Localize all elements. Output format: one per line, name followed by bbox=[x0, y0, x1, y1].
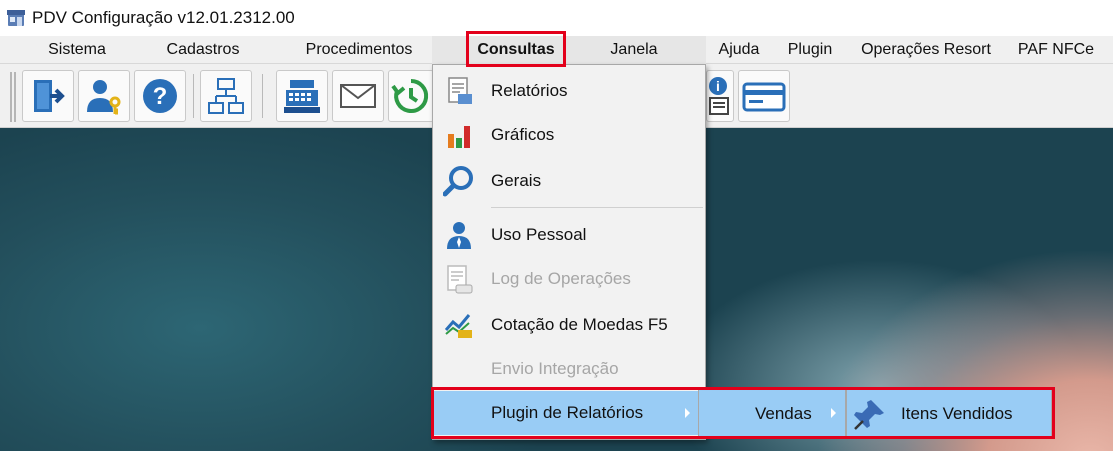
menu-item-plugin-relatorios[interactable]: Plugin de Relatórios bbox=[433, 391, 705, 435]
menu-item-itens-vendidos[interactable]: Itens Vendidos bbox=[901, 404, 1013, 424]
svg-text:i: i bbox=[716, 78, 720, 94]
menu-item-label: Uso Pessoal bbox=[491, 225, 587, 244]
help-button[interactable]: ? bbox=[134, 70, 186, 122]
info-document-icon: i bbox=[709, 77, 729, 115]
menu-separator bbox=[491, 207, 703, 208]
menu-item-relatorios[interactable]: Relatórios bbox=[433, 69, 705, 113]
exit-door-icon bbox=[34, 80, 65, 112]
magnifier-icon bbox=[443, 165, 475, 197]
menu-item-vendas[interactable]: Vendas bbox=[755, 404, 812, 424]
menu-item-graficos[interactable]: Gráficos bbox=[433, 113, 705, 157]
menu-item-uso-pessoal[interactable]: Uso Pessoal bbox=[433, 213, 705, 257]
submenu-plugin-relatorios: Vendas bbox=[698, 388, 846, 438]
submenu-vendas: Itens Vendidos bbox=[846, 388, 1052, 438]
user-key-button[interactable] bbox=[78, 70, 130, 122]
pushpin-icon bbox=[854, 400, 884, 430]
menu-item-label: Cotação de Moedas F5 bbox=[491, 315, 668, 334]
submenu-arrow-icon bbox=[685, 408, 690, 418]
menu-janela[interactable]: Janela bbox=[600, 36, 668, 64]
history-clock-icon bbox=[391, 78, 429, 113]
cash-register-button[interactable] bbox=[276, 70, 328, 122]
network-button[interactable] bbox=[200, 70, 252, 122]
menu-item-log-operacoes[interactable]: Log de Operações bbox=[433, 257, 705, 301]
window-title: PDV Configuração v12.01.2312.00 bbox=[32, 8, 295, 27]
menu-item-cotacao-moedas[interactable]: Cotação de Moedas F5 bbox=[433, 303, 705, 347]
menu-item-label: Log de Operações bbox=[491, 269, 631, 288]
menu-item-label: Gerais bbox=[491, 171, 542, 190]
menu-sistema[interactable]: Sistema bbox=[36, 36, 118, 64]
exit-button[interactable] bbox=[22, 70, 74, 122]
menu-item-label: Relatórios bbox=[491, 81, 568, 100]
report-document-icon bbox=[443, 75, 475, 107]
menu-item-label: Plugin de Relatórios bbox=[491, 403, 644, 422]
svg-text:?: ? bbox=[153, 83, 168, 110]
menu-bar: Sistema Cadastros Procedimentos Consulta… bbox=[0, 36, 1113, 64]
toolbar-grip[interactable] bbox=[10, 72, 16, 122]
envelope-icon bbox=[340, 84, 376, 108]
menu-operacoes-resort[interactable]: Operações Resort bbox=[850, 36, 1002, 64]
user-key-icon bbox=[87, 80, 121, 115]
menu-ajuda[interactable]: Ajuda bbox=[708, 36, 770, 64]
submenu-arrow-icon bbox=[831, 408, 836, 418]
store-icon bbox=[7, 10, 25, 26]
menu-item-label: Envio Integração bbox=[491, 359, 619, 378]
menu-item-label: Gráficos bbox=[491, 125, 555, 144]
info-document-button[interactable]: i bbox=[706, 70, 734, 122]
currency-chart-icon bbox=[443, 309, 475, 341]
menu-procedimentos[interactable]: Procedimentos bbox=[290, 36, 428, 64]
menu-paf-nfce[interactable]: PAF NFCe bbox=[1008, 36, 1104, 64]
menu-item-gerais[interactable]: Gerais bbox=[433, 159, 705, 203]
menu-item-envio-integracao[interactable]: Envio Integração bbox=[433, 347, 705, 391]
credit-card-button[interactable] bbox=[738, 70, 790, 122]
consultas-dropdown-menu: Relatórios Gráficos Gerais Uso Pessoal L… bbox=[432, 64, 706, 440]
menu-plugin[interactable]: Plugin bbox=[780, 36, 840, 64]
person-icon bbox=[443, 219, 475, 251]
log-document-icon bbox=[443, 263, 475, 295]
email-button[interactable] bbox=[332, 70, 384, 122]
cash-register-icon bbox=[284, 80, 320, 113]
credit-card-icon bbox=[742, 82, 786, 112]
title-bar: PDV Configuração v12.01.2312.00 bbox=[0, 0, 1113, 36]
bar-chart-icon bbox=[443, 119, 475, 151]
network-diagram-icon bbox=[208, 78, 244, 114]
help-question-icon: ? bbox=[143, 79, 177, 113]
history-button[interactable] bbox=[388, 70, 434, 122]
menu-consultas[interactable]: Consultas bbox=[470, 36, 562, 64]
menu-cadastros[interactable]: Cadastros bbox=[152, 36, 254, 64]
